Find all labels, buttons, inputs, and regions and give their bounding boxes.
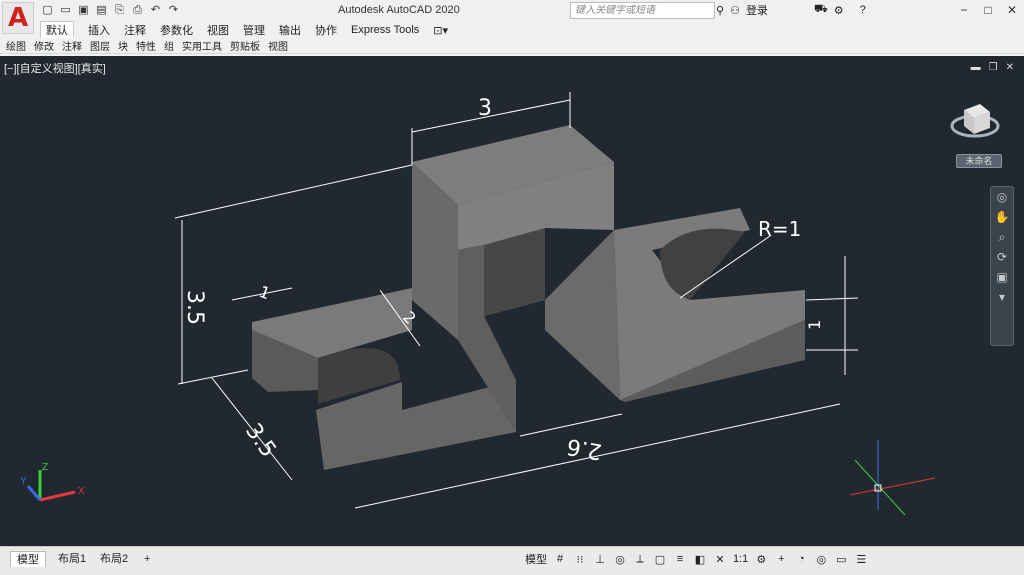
ribbon-toggle-icon[interactable]: ⊡▾ [433,24,448,37]
title-right-tools: ⚲ ⚇ 登录 ⛟ ⚙ ? [716,2,866,18]
window-title: Autodesk AutoCAD 2020 [338,4,460,16]
saveas-icon[interactable]: ▤ [94,3,109,18]
web-icon[interactable]: ⎘ [112,3,127,18]
settings-icon[interactable]: ⚙ [754,553,768,566]
customize-icon[interactable]: ☰ [854,553,868,566]
snap-icon[interactable]: ⁝⁝ [573,553,587,566]
help-icon[interactable]: ? [860,4,866,16]
exchange-icon[interactable]: ⚙ [834,4,844,17]
tab-collaborate[interactable]: 协作 [315,22,337,38]
panel-modify[interactable]: 修改 [34,38,54,53]
tab-default[interactable]: 默认 [40,21,74,39]
navbar-menu-icon[interactable]: ▾ [991,287,1013,307]
ucs-icon: Z X Y [20,462,85,502]
layout-status-bar: 模型 布局1 布局2 + 模型 # ⁝⁝ ⊥ ◎ ⟂ ▢ ≡ ◧ ✕ 1:1 ⚙… [0,546,1024,575]
cart-icon[interactable]: ⛟ [814,3,828,17]
panel-utilities[interactable]: 实用工具 [182,38,222,53]
annotation-scale[interactable]: 1:1 [733,553,748,565]
panel-block[interactable]: 块 [118,38,128,53]
showmotion-icon[interactable]: ▣ [991,267,1013,287]
tab-layout2[interactable]: 布局2 [94,551,134,567]
quick-access-toolbar: ▢ ▭ ▣ ▤ ⎘ ⎙ ↶ ↷ [40,3,181,18]
tab-output[interactable]: 输出 [279,22,301,38]
navigation-bar: ◎ ✋ ⌕ ⟳ ▣ ▾ [990,186,1014,346]
dim-text-3-5-left: 3.5 [240,419,281,462]
panel-groups[interactable]: 组 [164,38,174,53]
new-icon[interactable]: ▢ [40,3,55,18]
wcs-menu[interactable]: 未命名 [956,154,1002,168]
annotation-visibility-icon[interactable]: ✕ [713,553,727,566]
panel-view[interactable]: 视图 [268,38,288,53]
right-pillar [545,230,620,400]
tab-add[interactable]: + [138,551,156,567]
panel-annotation[interactable]: 注释 [62,38,82,53]
panel-clipboard[interactable]: 剪贴板 [230,38,260,53]
tab-express-tools[interactable]: Express Tools [351,24,419,36]
tab-insert[interactable]: 插入 [88,22,110,38]
3d-model-scene: 3 3.5 3.5 1 2 R=1 1 2.6 Z X Y [20,92,936,516]
ribbon-panel-row: 绘图 修改 注释 图层 块 特性 组 实用工具 剪贴板 视图 [0,38,1024,54]
model-space-toggle[interactable]: 模型 [525,551,547,567]
panel-layers[interactable]: 图层 [90,38,110,53]
clean-screen-icon[interactable]: ▭ [834,553,848,566]
panel-draw[interactable]: 绘图 [6,38,26,53]
drawing-viewport[interactable]: [−][自定义视图][真实] ▬ ❐ ✕ 3 3.5 3.5 1 2 R=1 1… [0,56,1024,546]
plus-icon[interactable]: + [774,553,788,565]
orbit-icon[interactable]: ⟳ [991,247,1013,267]
redo-icon[interactable]: ↷ [166,3,181,18]
svg-text:Z: Z [42,462,48,473]
isodraft-icon[interactable]: ⟂ [633,553,647,566]
autocad-logo-icon: A [7,3,29,33]
tab-parametric[interactable]: 参数化 [160,22,193,38]
panel-properties[interactable]: 特性 [136,38,156,53]
tab-model[interactable]: 模型 [10,551,46,567]
viewcube-icon[interactable] [950,96,1000,146]
open-icon[interactable]: ▭ [58,3,73,18]
tab-manage[interactable]: 管理 [243,22,265,38]
dim-text-1-right: 1 [805,320,824,330]
plot-icon[interactable]: ⎙ [130,3,145,18]
dim-text-r1: R=1 [758,217,801,241]
dim-text-3-5-vert: 3.5 [182,290,207,325]
hardware-icon[interactable]: ◎ [814,553,828,566]
binoculars-icon[interactable]: ⚲ [716,4,724,17]
cursor-crosshair [849,440,936,516]
search-input[interactable]: 键入关键字或短语 [570,2,715,19]
close-icon[interactable]: ✕ [1000,0,1024,20]
status-bar-tools: 模型 # ⁝⁝ ⊥ ◎ ⟂ ▢ ≡ ◧ ✕ 1:1 ⚙ + ◔ ◎ ▭ ☰ [525,551,868,567]
svg-text:X: X [78,486,85,497]
user-icon[interactable]: ⚇ [730,4,740,17]
window-controls: − □ ✕ [952,0,1024,20]
svg-text:Y: Y [20,476,27,487]
undo-icon[interactable]: ↶ [148,3,163,18]
maximize-icon[interactable]: □ [976,0,1000,20]
grid-icon[interactable]: # [553,553,567,565]
minimize-icon[interactable]: − [952,0,976,20]
ortho-icon[interactable]: ⊥ [593,553,607,566]
tab-layout1[interactable]: 布局1 [52,551,92,567]
login-link[interactable]: 登录 [746,2,768,18]
osnap-icon[interactable]: ▢ [653,553,667,566]
dim-text-2-6: 2.6 [565,433,604,464]
dim-text-3: 3 [478,96,492,121]
transparency-icon[interactable]: ◧ [693,553,707,566]
steeringwheel-icon[interactable]: ◎ [991,187,1013,207]
isolate-icon[interactable]: ◔ [794,553,808,565]
lineweight-icon[interactable]: ≡ [673,553,687,565]
ribbon-tabs: 默认 插入 注释 参数化 视图 管理 输出 协作 Express Tools ⊡… [40,21,448,39]
tab-annotate[interactable]: 注释 [124,22,146,38]
pan-icon[interactable]: ✋ [991,207,1013,227]
save-icon[interactable]: ▣ [76,3,91,18]
application-menu-button[interactable]: A [2,2,34,34]
tab-view[interactable]: 视图 [207,22,229,38]
polar-icon[interactable]: ◎ [613,553,627,566]
zoom-icon[interactable]: ⌕ [991,227,1013,247]
